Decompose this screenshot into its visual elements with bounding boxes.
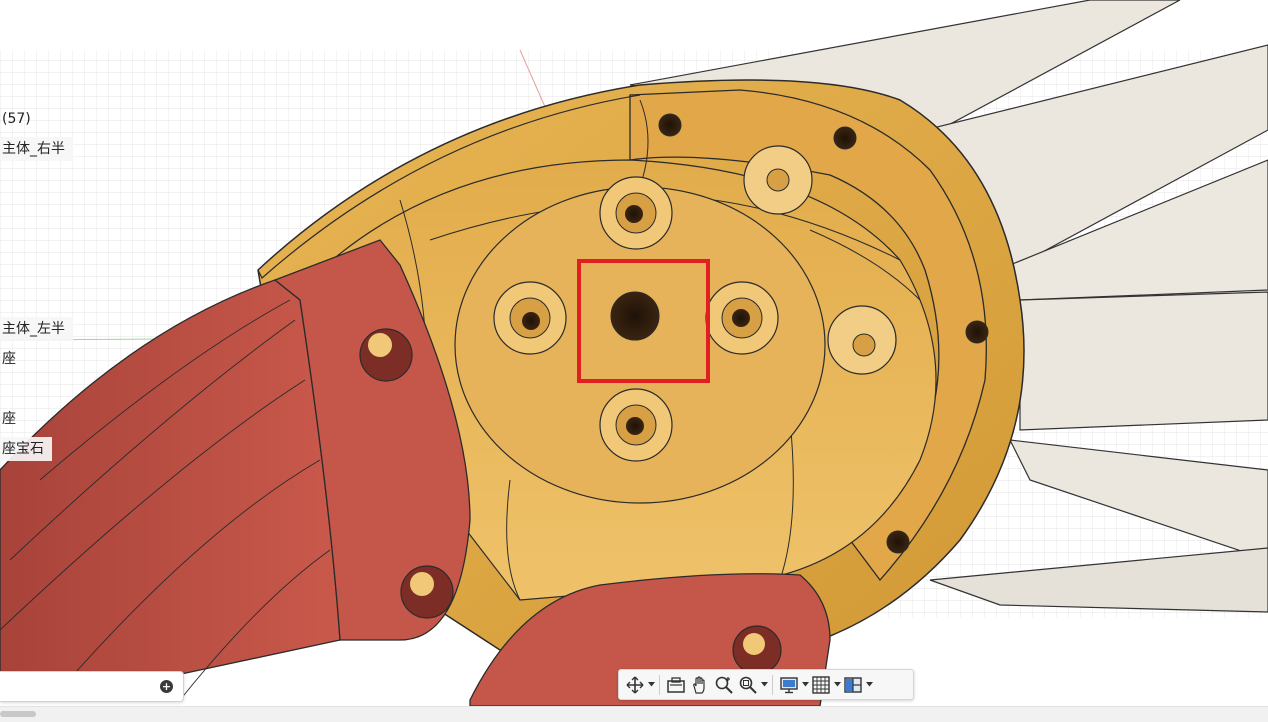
orbit-icon — [626, 676, 644, 693]
chevron-down-icon[interactable] — [801, 672, 809, 698]
grid-settings-button[interactable] — [809, 672, 833, 698]
browser-item-count: (57) — [2, 111, 31, 127]
zoom-icon — [715, 676, 733, 694]
pan-button[interactable] — [688, 672, 712, 698]
fit-button[interactable] — [736, 672, 760, 698]
viewports-button[interactable] — [841, 672, 865, 698]
zoom-button[interactable] — [712, 672, 736, 698]
plus-circle-icon[interactable]: + — [160, 680, 173, 693]
orbit-button[interactable] — [623, 672, 647, 698]
browser-item-seat-gem[interactable]: 座宝石 — [0, 437, 52, 461]
chevron-down-icon[interactable] — [760, 672, 768, 698]
chevron-down-icon[interactable] — [647, 672, 655, 698]
browser-item-seat[interactable]: 座 — [0, 347, 24, 371]
chevron-down-icon[interactable] — [865, 672, 873, 698]
navigation-toolbar — [618, 669, 914, 700]
display-settings-button[interactable] — [777, 672, 801, 698]
toolbar-separator — [659, 674, 660, 695]
center-hole — [610, 291, 660, 341]
browser-item-body-right[interactable]: 主体_右半 — [0, 137, 73, 161]
toolbar-separator — [772, 674, 773, 695]
model-scene[interactable] — [0, 0, 1268, 722]
viewports-icon — [844, 676, 862, 693]
comment-panel[interactable]: + — [0, 671, 184, 702]
pan-icon — [693, 675, 705, 694]
scrollbar-thumb[interactable] — [0, 711, 36, 717]
display-settings-icon — [780, 676, 798, 693]
horizontal-scrollbar[interactable] — [0, 706, 1268, 722]
3d-viewport[interactable] — [0, 0, 1268, 722]
browser-item-seat-2[interactable]: 座 — [0, 407, 24, 431]
chevron-down-icon[interactable] — [833, 672, 841, 698]
fit-icon — [739, 676, 757, 694]
browser-item-body-left[interactable]: 主体_左半 — [0, 317, 73, 341]
grid-settings-icon — [812, 675, 830, 694]
look-at-button[interactable] — [664, 672, 688, 698]
look-at-icon — [667, 676, 685, 693]
